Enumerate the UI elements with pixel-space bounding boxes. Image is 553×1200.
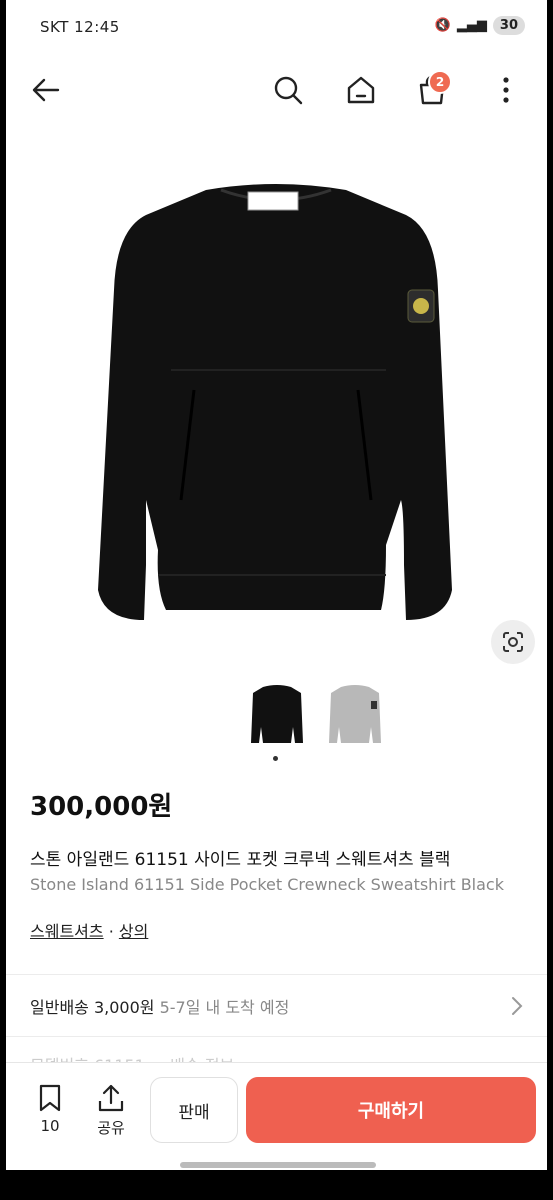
- sell-button[interactable]: 판매: [150, 1077, 238, 1143]
- battery-indicator: 30: [492, 16, 525, 35]
- shipping-text: 일반배송 3,000원 5-7일 내 도착 예정: [30, 994, 289, 1018]
- product-price: 300,000원: [30, 792, 173, 822]
- cart-count-badge: 2: [428, 70, 452, 94]
- image-search-button[interactable]: [491, 620, 535, 664]
- share-button[interactable]: 공유: [88, 1083, 134, 1138]
- back-button[interactable]: [24, 68, 68, 112]
- status-icons: 🔇 ▂▄▆ 30: [435, 16, 525, 35]
- buy-button[interactable]: 구매하기: [246, 1077, 536, 1143]
- app-screen: SKT 12:45 🔇 ▂▄▆ 30 2 300,000원 스톤 아일랜드 61…: [6, 0, 547, 1170]
- product-title-en: Stone Island 61151 Side Pocket Crewneck …: [30, 875, 504, 894]
- category-link-tops[interactable]: 상의: [119, 922, 148, 941]
- image-thumbnails: [249, 683, 383, 747]
- divider: [6, 1036, 547, 1037]
- more-options-button[interactable]: [484, 68, 528, 112]
- bookmark-button[interactable]: 10: [30, 1083, 70, 1135]
- home-button[interactable]: [339, 68, 383, 112]
- mute-icon: 🔇: [434, 18, 451, 33]
- sweatshirt-image: [98, 184, 452, 620]
- lens-icon: [503, 632, 523, 652]
- home-indicator: [180, 1162, 376, 1168]
- home-icon: [347, 76, 375, 104]
- status-bar: SKT 12:45 🔇 ▂▄▆ 30: [6, 10, 547, 46]
- shipping-row[interactable]: 일반배송 3,000원 5-7일 내 도착 예정: [30, 994, 523, 1018]
- thumbnail-grey[interactable]: [327, 683, 383, 747]
- category-link-sweatshirt[interactable]: 스웨트셔츠: [30, 922, 104, 941]
- carousel-indicator: [273, 756, 278, 761]
- signal-icon: ▂▄▆: [456, 18, 487, 33]
- thumbnail-black[interactable]: [249, 683, 305, 747]
- top-app-bar: 2: [6, 62, 547, 118]
- search-icon: [274, 76, 303, 105]
- arrow-left-icon: [32, 78, 60, 102]
- shipping-label: 일반배송 3,000원: [30, 998, 155, 1017]
- chevron-right-icon: [512, 997, 523, 1015]
- share-label: 공유: [97, 1119, 125, 1137]
- category-separator: ·: [103, 922, 119, 941]
- bottom-action-bar: 10 공유 판매 구매하기: [6, 1062, 547, 1170]
- more-vertical-icon: [503, 77, 509, 103]
- bookmark-icon: [39, 1084, 61, 1112]
- product-title-ko: 스톤 아일랜드 61151 사이드 포켓 크루넥 스웨트셔츠 블랙: [30, 850, 451, 870]
- breadcrumb: 스웨트셔츠 · 상의: [30, 918, 148, 942]
- share-icon: [98, 1084, 124, 1112]
- divider: [6, 974, 547, 975]
- cart-button[interactable]: 2: [410, 68, 454, 112]
- search-button[interactable]: [266, 68, 310, 112]
- shipping-eta: 5-7일 내 도착 예정: [154, 998, 290, 1017]
- status-carrier-time: SKT 12:45: [40, 18, 120, 36]
- bookmark-count: 10: [40, 1117, 60, 1135]
- product-image[interactable]: [6, 170, 547, 660]
